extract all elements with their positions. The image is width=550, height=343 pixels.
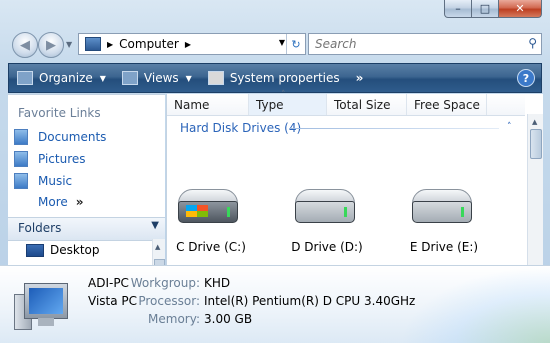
favorite-links-more-label: More bbox=[38, 195, 68, 209]
search-input[interactable] bbox=[313, 34, 517, 54]
system-properties-button[interactable]: System properties bbox=[200, 64, 348, 92]
favorite-link-documents[interactable]: Documents bbox=[14, 129, 106, 145]
back-arrow-icon: ◀ bbox=[20, 37, 30, 53]
favorite-link-pictures[interactable]: Pictures bbox=[14, 151, 86, 167]
views-icon bbox=[121, 71, 138, 85]
refresh-icon: ↻ bbox=[291, 37, 301, 51]
help-button[interactable]: ? bbox=[517, 69, 535, 87]
scroll-up-icon[interactable]: ▲ bbox=[532, 118, 537, 126]
documents-icon bbox=[14, 129, 28, 145]
desktop-icon bbox=[26, 243, 44, 257]
maximize-button[interactable]: □ bbox=[472, 0, 499, 18]
views-label: Views bbox=[143, 71, 179, 85]
more-commands-label: » bbox=[355, 71, 364, 85]
group-header-hard-disk-drives[interactable]: Hard Disk Drives (4) bbox=[180, 121, 301, 135]
favorite-links-title: Favorite Links bbox=[18, 106, 101, 120]
organize-label: Organize bbox=[39, 71, 93, 85]
collapse-group-icon[interactable]: ˄ bbox=[507, 122, 512, 132]
explorer-window: – □ ✕ ◀ ▶ ▼ ▶ Computer ▶ ▼ ↻ ⚲ Organize … bbox=[0, 0, 550, 343]
breadcrumb-arrow-icon[interactable]: ▶ bbox=[185, 40, 191, 49]
favorite-link-label: Pictures bbox=[38, 152, 86, 166]
close-button[interactable]: ✕ bbox=[499, 0, 542, 18]
drive-led bbox=[227, 207, 230, 217]
pc-monitor-base bbox=[38, 318, 54, 326]
refresh-button[interactable]: ↻ bbox=[286, 34, 305, 54]
workgroup-value: KHD bbox=[204, 276, 231, 290]
tree-item-desktop[interactable]: Desktop bbox=[26, 243, 100, 257]
column-header-name[interactable]: Name bbox=[167, 94, 249, 115]
organize-icon bbox=[17, 71, 33, 85]
music-icon bbox=[14, 173, 28, 189]
file-list-pane: Name Type Total Size Free Space ˄ Hard D… bbox=[166, 90, 543, 265]
close-icon: ✕ bbox=[515, 2, 525, 15]
pictures-icon bbox=[14, 151, 28, 167]
address-bar-row: ◀ ▶ ▼ ▶ Computer ▶ ▼ ↻ ⚲ bbox=[8, 32, 542, 58]
command-bar: Organize ▼ Views ▼ System properties » ? bbox=[8, 63, 542, 93]
computer-icon bbox=[85, 37, 101, 51]
address-dropdown-icon[interactable]: ▼ bbox=[279, 38, 285, 47]
memory-value: 3.00 GB bbox=[204, 312, 253, 326]
processor-label: Processor: bbox=[138, 294, 200, 308]
system-properties-label: System properties bbox=[229, 71, 340, 85]
column-header-type[interactable]: Type bbox=[249, 94, 327, 115]
search-icon[interactable]: ⚲ bbox=[528, 36, 537, 50]
favorite-link-label: Music bbox=[38, 174, 73, 188]
window-controls: – □ ✕ bbox=[444, 0, 542, 18]
workgroup-label: Workgroup: bbox=[130, 276, 200, 290]
scrollbar-thumb[interactable] bbox=[530, 129, 542, 159]
favorite-link-music[interactable]: Music bbox=[14, 173, 72, 189]
more-commands-button[interactable]: » bbox=[348, 64, 372, 92]
help-icon: ? bbox=[522, 71, 530, 85]
minimize-button[interactable]: – bbox=[444, 0, 472, 18]
double-chevron-right-icon: » bbox=[75, 195, 84, 209]
folders-title: Folders bbox=[18, 221, 62, 235]
computer-name: ADI-PC bbox=[88, 276, 129, 290]
search-box: ⚲ bbox=[308, 33, 542, 55]
hard-drive-e-icon[interactable] bbox=[412, 189, 472, 223]
drive-label-e[interactable]: E Drive (E:) bbox=[394, 240, 494, 254]
favorite-link-label: Documents bbox=[38, 130, 107, 144]
breadcrumb-arrow-icon[interactable]: ▶ bbox=[107, 40, 113, 49]
tree-item-label: Desktop bbox=[50, 243, 100, 257]
favorite-links-more[interactable]: More » bbox=[38, 195, 84, 209]
column-header-row: Name Type Total Size Free Space ˄ bbox=[167, 90, 525, 116]
drive-label-d[interactable]: D Drive (D:) bbox=[277, 240, 377, 254]
maximize-icon: □ bbox=[479, 2, 491, 15]
computer-large-icon bbox=[14, 280, 72, 332]
forward-arrow-icon: ▶ bbox=[46, 37, 56, 53]
hard-drive-d-icon[interactable] bbox=[295, 189, 355, 223]
sort-ascending-icon: ˄ bbox=[281, 90, 286, 100]
pc-monitor bbox=[24, 283, 68, 319]
address-bar[interactable]: ▶ Computer ▶ ▼ ↻ bbox=[78, 33, 306, 55]
pc-screen bbox=[29, 288, 63, 314]
scroll-up-icon[interactable]: ▲ bbox=[155, 243, 160, 251]
details-pane: ADI-PC Vista PC Workgroup: KHD Processor… bbox=[0, 265, 550, 343]
column-header-free-space[interactable]: Free Space bbox=[407, 94, 487, 115]
breadcrumb-computer[interactable]: Computer bbox=[119, 37, 179, 51]
hard-drive-c-icon[interactable] bbox=[178, 189, 238, 223]
navigation-pane: Favorite Links Documents Pictures Music … bbox=[8, 94, 165, 268]
chevron-down-icon: ▼ bbox=[99, 73, 106, 83]
drive-led bbox=[461, 207, 464, 217]
chevron-down-icon: ▼ bbox=[151, 220, 159, 231]
processor-value: Intel(R) Pentium(R) D CPU 3.40GHz bbox=[204, 294, 416, 308]
recent-pages-dropdown[interactable]: ▼ bbox=[66, 40, 72, 49]
decorative-swoosh bbox=[400, 266, 550, 343]
chevron-down-icon: ▼ bbox=[185, 73, 192, 83]
back-button[interactable]: ◀ bbox=[12, 32, 38, 58]
minimize-icon: – bbox=[455, 2, 461, 15]
file-list-scrollbar[interactable]: ▲ bbox=[527, 114, 543, 265]
folders-bar[interactable]: Folders ▼ bbox=[8, 217, 165, 241]
system-properties-icon bbox=[207, 71, 224, 85]
forward-button[interactable]: ▶ bbox=[38, 32, 64, 58]
group-divider bbox=[289, 128, 499, 129]
windows-logo-icon bbox=[186, 205, 208, 217]
memory-label: Memory: bbox=[148, 312, 200, 326]
views-button[interactable]: Views ▼ bbox=[114, 64, 200, 92]
column-header-total-size[interactable]: Total Size bbox=[327, 94, 407, 115]
drive-led bbox=[344, 207, 347, 217]
organize-button[interactable]: Organize ▼ bbox=[9, 64, 114, 92]
drive-label-c[interactable]: C Drive (C:) bbox=[161, 240, 261, 254]
